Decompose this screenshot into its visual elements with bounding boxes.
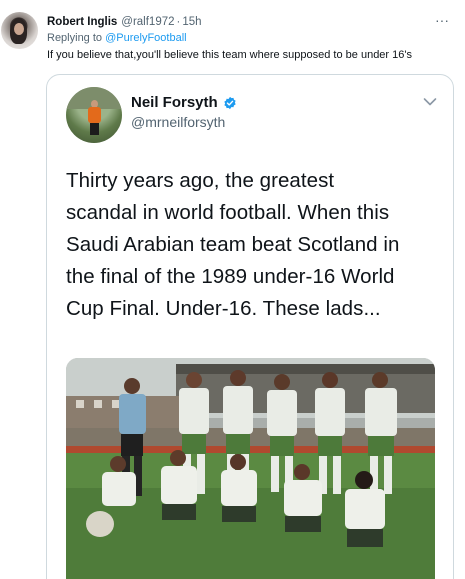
author-name[interactable]: Robert Inglis <box>47 16 117 28</box>
team-photo-illustration <box>66 358 435 579</box>
quoted-avatar[interactable] <box>66 87 122 143</box>
quoted-tweet-card[interactable]: Neil Forsyth @mrneilforsyth Thirty years… <box>46 74 454 579</box>
verified-badge-icon <box>224 96 236 109</box>
quoted-author-handle[interactable]: @mrneilforsyth <box>131 114 225 130</box>
separator-dot: · <box>176 16 181 28</box>
team-photo[interactable] <box>66 358 435 579</box>
replying-to-link[interactable]: @PurelyFootball <box>105 32 186 44</box>
replying-to-label: Replying to <box>47 32 103 44</box>
chevron-down-icon[interactable] <box>423 97 437 107</box>
quoted-author-name-row: Neil Forsyth <box>131 94 237 111</box>
tweet-text: If you believe that,you'll believe this … <box>47 49 412 61</box>
quoted-tweet-text: Thirty years ago, the greatest scandal i… <box>66 165 446 325</box>
more-icon[interactable]: ··· <box>435 13 449 27</box>
quoted-text-line: Thirty years ago, the greatest <box>66 169 335 192</box>
timestamp[interactable]: 15h <box>182 16 201 28</box>
replying-to: Replying to @PurelyFootball <box>47 32 187 44</box>
quoted-text-line: the final of the 1989 under-16 World <box>66 265 395 288</box>
author-handle[interactable]: @ralf1972 <box>121 16 174 28</box>
quoted-text-line: Saudi Arabian team beat Scotland in <box>66 233 400 256</box>
quoted-text-line: scandal in world football. When this <box>66 201 390 224</box>
quoted-text-line: Cup Final. Under-16. These lads... <box>66 297 381 320</box>
tweet-header: Robert Inglis @ralf1972 · 15h ··· <box>47 13 455 31</box>
quoted-author-name[interactable]: Neil Forsyth <box>131 94 218 111</box>
avatar[interactable] <box>1 12 38 49</box>
